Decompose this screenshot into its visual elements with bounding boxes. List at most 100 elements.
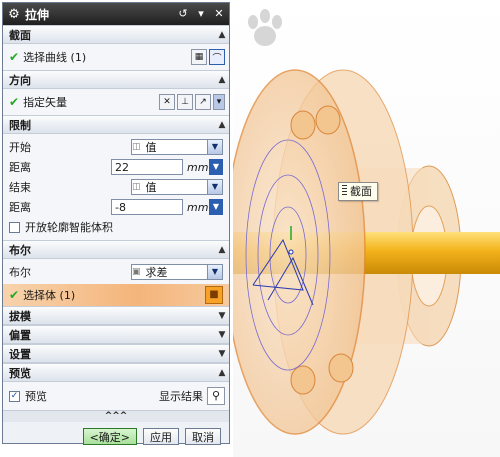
- end-distance-value: -8: [115, 200, 126, 214]
- curve-icon[interactable]: ⌒: [209, 49, 225, 65]
- checkmark-icon: ✔: [9, 288, 20, 302]
- chevron-up-icon: ▲: [218, 244, 226, 255]
- unit-label: mm: [187, 200, 209, 214]
- boolean-select[interactable]: ▣ 求差 ▼: [131, 264, 223, 280]
- open-profile-checkbox[interactable]: [9, 221, 20, 233]
- preview-label: 预览: [25, 390, 47, 403]
- section-header-label: 方向: [9, 73, 31, 87]
- vector-axis-icon[interactable]: ↗: [195, 94, 211, 110]
- preview-checkbox[interactable]: ✓: [9, 390, 20, 402]
- start-distance-value: 22: [115, 160, 129, 174]
- select-body-row[interactable]: ✔ 选择体 (1) ■: [3, 284, 229, 306]
- section-header-limits[interactable]: 限制 ▲: [3, 115, 229, 134]
- chevron-down-icon[interactable]: ▼: [207, 180, 222, 194]
- chevron-up-icon: ▲: [218, 29, 226, 40]
- dialog-title: 拉伸: [25, 7, 50, 22]
- specify-vector-row[interactable]: ✔ 指定矢量 ✕ ⊥ ↗ ▾: [9, 92, 225, 112]
- limits-body: 开始 ◫ 值 ▼ 距离 22 mm ▼ 结束 ◫ 值 ▼ 距离 -8 mm ▼ …: [3, 134, 229, 240]
- chevron-up-icon: ▲: [218, 367, 226, 378]
- gear-icon[interactable]: ⚙: [5, 7, 23, 22]
- start-select-value: 值: [145, 141, 157, 154]
- section-header-label: 偏置: [9, 328, 31, 342]
- chevron-down-icon: ▼: [218, 348, 226, 359]
- end-distance-label: 距离: [9, 201, 31, 214]
- chevron-down-icon[interactable]: ▾: [213, 94, 225, 110]
- chevron-down-icon[interactable]: ▼: [207, 140, 222, 154]
- extrude-dialog: ⚙ 拉伸 ↺ ▾ ✕ 截面 ▲ ✔ 选择曲线 (1) ▦ ⌒ 方向 ▲ ✔ 指定…: [2, 2, 230, 445]
- select-curve-row[interactable]: ✔ 选择曲线 (1) ▦ ⌒: [9, 47, 225, 67]
- flange-model[interactable]: [233, 0, 500, 457]
- start-label: 开始: [9, 141, 31, 154]
- end-distance-input[interactable]: -8: [111, 199, 183, 215]
- select-curve-label: 选择曲线 (1): [23, 51, 87, 64]
- section-header-direction[interactable]: 方向 ▲: [3, 70, 229, 89]
- chevron-down-icon: ▼: [218, 329, 226, 340]
- section-header-label: 预览: [9, 366, 31, 380]
- expand-more-button[interactable]: ^^^: [3, 410, 229, 422]
- chevron-down-icon: ▼: [218, 310, 226, 321]
- boolean-label: 布尔: [9, 266, 31, 279]
- select-body-label: 选择体 (1): [23, 289, 76, 302]
- start-row: 开始 ◫ 值 ▼: [9, 137, 225, 157]
- start-distance-label: 距离: [9, 161, 31, 174]
- boolean-select-value: 求差: [145, 266, 168, 279]
- section-header-label: 设置: [9, 347, 31, 361]
- section-header-boolean[interactable]: 布尔 ▲: [3, 240, 229, 259]
- section-header-section[interactable]: 截面 ▲: [3, 25, 229, 44]
- section-header-label: 截面: [9, 28, 31, 42]
- open-profile-row[interactable]: 开放轮廓智能体积: [9, 217, 225, 237]
- cancel-button[interactable]: 取消: [185, 428, 221, 445]
- dialog-titlebar[interactable]: ⚙ 拉伸 ↺ ▾ ✕: [3, 3, 229, 25]
- section-header-label: 限制: [9, 118, 31, 132]
- solid-body-icon[interactable]: ■: [205, 286, 223, 304]
- end-distance-row: 距离 -8 mm ▼: [9, 197, 225, 217]
- sketch-section-icon[interactable]: ▦: [191, 49, 207, 65]
- section-body: ✔ 选择曲线 (1) ▦ ⌒: [3, 44, 229, 70]
- section-header-offset[interactable]: 偏置 ▼: [3, 325, 229, 344]
- end-row: 结束 ◫ 值 ▼: [9, 177, 225, 197]
- boolean-row: 布尔 ▣ 求差 ▼: [9, 262, 225, 282]
- checkmark-icon: ✔: [9, 50, 20, 64]
- apply-button[interactable]: 应用: [143, 428, 179, 445]
- collapse-icon[interactable]: ▾: [193, 6, 209, 22]
- section-header-settings[interactable]: 设置 ▼: [3, 344, 229, 363]
- subtract-icon: ▣: [132, 267, 141, 277]
- magnifier-icon[interactable]: ⚲: [207, 387, 225, 405]
- preview-row: ✓ 预览 显示结果 ⚲: [9, 385, 225, 407]
- end-select[interactable]: ◫ 值 ▼: [131, 179, 223, 195]
- boolean-body: 布尔 ▣ 求差 ▼ ✔ 选择体 (1) ■: [3, 259, 229, 306]
- section-header-label: 拔模: [9, 309, 31, 323]
- reset-icon[interactable]: ↺: [175, 6, 191, 22]
- section-header-draft[interactable]: 拔模 ▼: [3, 306, 229, 325]
- chevron-up-icon: ▲: [218, 119, 226, 130]
- graphics-viewport[interactable]: 截面: [233, 0, 500, 457]
- baidu-paw-logo-icon: [248, 9, 282, 46]
- section-tooltip: 截面: [338, 182, 378, 201]
- checkmark-icon: ✔: [9, 95, 20, 109]
- section-header-label: 布尔: [9, 243, 31, 257]
- tooltip-grip-icon: [342, 185, 347, 196]
- tooltip-text: 截面: [350, 185, 372, 198]
- value-icon: ◫: [132, 182, 141, 192]
- direction-body: ✔ 指定矢量 ✕ ⊥ ↗ ▾: [3, 89, 229, 115]
- reverse-direction-icon[interactable]: ✕: [159, 94, 175, 110]
- spin-icon[interactable]: ▼: [209, 159, 223, 175]
- chevron-down-icon[interactable]: ▼: [207, 265, 222, 279]
- close-icon[interactable]: ✕: [211, 6, 227, 22]
- section-header-preview[interactable]: 预览 ▲: [3, 363, 229, 382]
- ok-button[interactable]: <确定>: [82, 428, 137, 445]
- start-distance-input[interactable]: 22: [111, 159, 183, 175]
- specify-vector-label: 指定矢量: [23, 96, 68, 109]
- show-result-label: 显示结果: [159, 390, 203, 403]
- preview-body: ✓ 预览 显示结果 ⚲: [3, 382, 229, 410]
- start-select[interactable]: ◫ 值 ▼: [131, 139, 223, 155]
- unit-label: mm: [187, 160, 209, 174]
- dialog-buttons: <确定> 应用 取消: [3, 422, 229, 445]
- vector-dialog-icon[interactable]: ⊥: [177, 94, 193, 110]
- value-icon: ◫: [132, 142, 141, 152]
- end-label: 结束: [9, 181, 31, 194]
- open-profile-label: 开放轮廓智能体积: [25, 221, 113, 234]
- spin-icon[interactable]: ▼: [209, 199, 223, 215]
- end-select-value: 值: [145, 181, 157, 194]
- start-distance-row: 距离 22 mm ▼: [9, 157, 225, 177]
